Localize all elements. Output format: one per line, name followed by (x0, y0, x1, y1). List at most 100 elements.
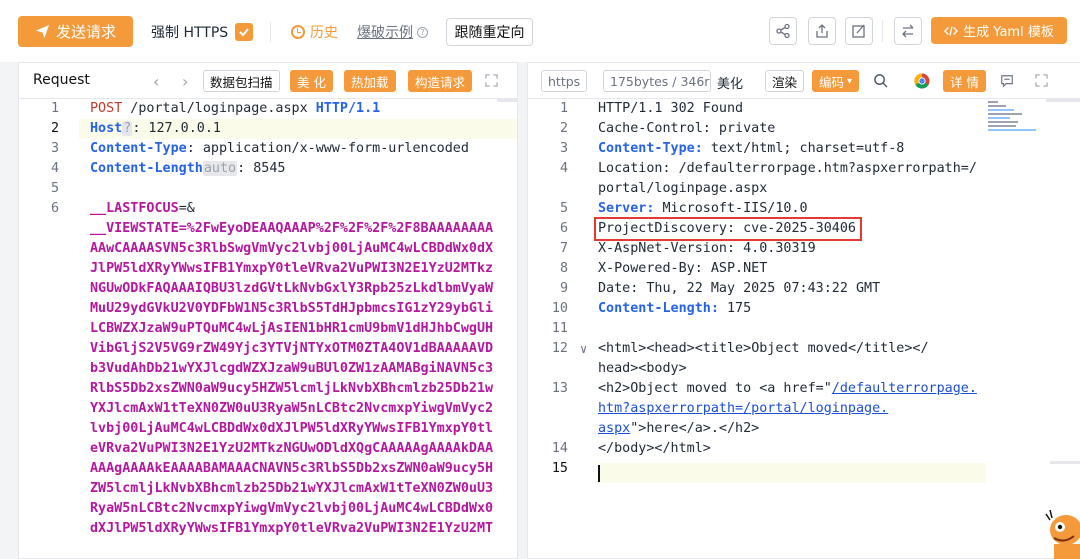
highlight-box (594, 217, 862, 241)
generate-yaml-label: 生成 Yaml 模板 (963, 25, 1054, 40)
history-icon (291, 25, 305, 39)
back-arrow-icon[interactable]: ‹ (153, 72, 159, 91)
viewstate-wrap-line: YXJlcmAxW1tTeXN0ZW0uU3RyaW5nLCBtc2Nvcmxp… (90, 401, 494, 416)
comment-icon[interactable] (1000, 74, 1014, 88)
viewstate-wrap-line: RyaW5nLCBtc2NvcmxpYiwgVmVyc2lvbj00LjAuMC… (90, 501, 494, 516)
response-beautify-button[interactable]: 美化 (717, 73, 743, 92)
viewstate-wrap-line: VibGljS2V5VG9rZW49Yjc3YTVjNTYxOTM0ZTA4OV… (90, 341, 494, 356)
minimap (986, 99, 1046, 139)
viewstate-wrap-line: RlbS5Db2xsZWN0aW9ucy5HZW5lcmljLkNvbXBhcm… (90, 381, 494, 396)
viewstate-wrap-line: JlPW5ldXRyYWwsIFB1YmxpY0tleVRva2VuPWI3N2… (90, 261, 494, 276)
follow-redirect-button[interactable]: 跟随重定向 (446, 18, 533, 46)
history-label: 历史 (310, 25, 338, 41)
request-panel: Request ‹ › 数据包扫描 美 化 热加载 构造请求 1 2 3 4 5… (18, 62, 518, 559)
request-line-6: __LASTFOCUS=& (90, 201, 195, 216)
expand-icon[interactable] (485, 74, 498, 87)
encoding-dropdown[interactable]: 编码 ▾ (812, 70, 860, 92)
response-panel-header: https 175bytes / 346r 美化 渲染 编码 ▾ 详 情 (528, 63, 1080, 99)
upload-button[interactable] (808, 17, 836, 45)
response-line-8: X-Powered-By: ASP.NET (598, 261, 768, 276)
edit-button[interactable] (845, 17, 873, 45)
text-cursor (598, 465, 600, 482)
code-icon (944, 25, 959, 36)
auto-badge: auto (202, 161, 238, 176)
hot-load-button[interactable]: 热加载 (344, 70, 396, 92)
response-line-4-wrap: portal/loginpage.aspx (598, 181, 768, 196)
viewstate-wrap-line: lvbj00LjAuMC4wLCBDdWx0dXJlPW5ldXRyYWwsIF… (90, 421, 494, 436)
response-line-9: Date: Thu, 22 May 2025 07:43:22 GMT (598, 281, 881, 296)
viewstate-wrap-line: LCBWZXJzaW9uPTQuMC4wLjAsIEN1bHR1cmU9bmV1… (90, 321, 494, 336)
response-line-13: <h2>Object moved to <a href="/defaulterr… (598, 381, 977, 396)
viewstate-wrap-line: NGUwODkFAQAAAIQBU3lzdGVtLkNvbGxlY3Rpb25z… (90, 281, 494, 296)
request-line-2: Host?: 127.0.0.1 (90, 121, 221, 136)
response-line-12: <html><head><title>Object moved</title><… (598, 341, 929, 356)
render-button[interactable]: 渲染 (765, 70, 805, 92)
response-line-4: Location: /defaulterrorpage.htm?aspxerro… (598, 161, 977, 176)
send-request-button[interactable]: 发送请求 (18, 16, 133, 47)
details-button[interactable]: 详 情 (943, 70, 986, 92)
fold-chevron-icon[interactable]: ∨ (580, 342, 587, 356)
history-button[interactable]: 历史 (291, 22, 338, 42)
host-help-badge: ? (122, 121, 133, 136)
chevron-down-icon: ▾ (847, 75, 853, 87)
share-button[interactable] (769, 17, 797, 45)
response-line-5: Server: Microsoft-IIS/10.0 (598, 201, 808, 216)
viewstate-line: __VIEWSTATE=%2FwEyoDEAAQAAAP%2F%2F%2F%2F… (90, 221, 494, 236)
request-title: Request (33, 72, 90, 88)
expand-icon[interactable] (1035, 74, 1048, 87)
response-beautify-label: 美化 (717, 77, 744, 92)
forward-arrow-icon[interactable]: › (182, 72, 188, 91)
request-line-4: Content-Lengthauto: 8545 (90, 161, 286, 176)
viewstate-wrap-line: dXJlPW5ldXRyYWwsIFB1YmxpY0tleVRva2VuPWI3… (90, 521, 494, 536)
response-line-7: X-AspNet-Version: 4.0.30319 (598, 241, 816, 256)
upload-icon (816, 24, 828, 38)
blast-example-label: 爆破示例 (357, 25, 413, 41)
send-request-label: 发送请求 (55, 23, 116, 41)
response-line-13-wrap-1: htm?aspxerrorpath=/portal/loginpage. (598, 401, 889, 416)
swap-button[interactable] (894, 17, 922, 45)
generate-yaml-button[interactable]: 生成 Yaml 模板 (931, 17, 1067, 44)
response-editor[interactable]: 1 2 3 4 5 6 7 8 9 10 11 12 13 14 15 ∨ HT… (528, 99, 1080, 559)
https-chip: https (541, 70, 588, 92)
viewstate-wrap-line: b3VudAhDb21wYXJlcgdWZXJzaW9uBUl0ZW1zAAMA… (90, 361, 494, 376)
construct-request-button[interactable]: 构造请求 (408, 70, 473, 92)
viewstate-wrap-line: MuU29ydGVkU2V0YDFbW1N5c3RlbS5TdHJpbmcsIG… (90, 301, 494, 316)
follow-redirect-label: 跟随重定向 (454, 25, 525, 41)
viewstate-wrap-line: ZW5lcmljLkNvbXBhcmlzb25Db21wYXJlcmAxW1tT… (90, 481, 494, 496)
bytes-label: 175bytes / 346r (610, 73, 710, 89)
viewstate-wrap-line: AAwCAAAASVN5c3RlbSwgVmVyc2lvbj00LjAuMC4w… (90, 241, 494, 256)
blast-example-link[interactable]: 爆破示例 ? (357, 22, 428, 42)
force-https-label: 强制 HTTPS (151, 25, 229, 41)
packet-scan-label: 数据包扫描 (210, 74, 273, 90)
chrome-icon[interactable] (914, 73, 930, 89)
response-panel: https 175bytes / 346r 美化 渲染 编码 ▾ 详 情 1 2… (527, 62, 1080, 559)
beautify-label: 美 化 (297, 74, 326, 90)
response-line-10: Content-Length: 175 (598, 301, 752, 316)
force-https-checkbox[interactable] (235, 23, 254, 41)
bytes-chip: 175bytes / 346r (603, 70, 711, 92)
beautify-button[interactable]: 美 化 (290, 70, 333, 92)
response-line-14: </body></html> (598, 441, 711, 456)
packet-scan-button[interactable]: 数据包扫描 (203, 70, 280, 92)
hot-load-label: 热加载 (351, 74, 389, 90)
mascot-icon (1044, 500, 1080, 559)
help-icon: ? (417, 26, 428, 38)
request-editor[interactable]: 1 2 3 4 5 6 POST /portal/loginpage.aspx … (19, 99, 517, 559)
response-line-1: HTTP/1.1 302 Found (598, 101, 744, 116)
request-line-1: POST /portal/loginpage.aspx HTTP/1.1 (90, 101, 381, 116)
viewstate-wrap-line: eVRva2VuPWI3N2E1YzU2MTkzNGUwODldXQgCAAAA… (90, 441, 494, 456)
edit-icon (852, 24, 865, 38)
construct-request-label: 构造请求 (415, 74, 466, 90)
encoding-label: 编码 (819, 74, 845, 90)
swap-icon (902, 24, 914, 38)
render-label: 渲染 (772, 74, 798, 90)
search-icon[interactable] (873, 73, 888, 88)
viewstate-wrap-line: AAAgAAAAkEAAAABAMAAACNAVN5c3RlbS5Db2xsZW… (90, 461, 494, 476)
check-icon (239, 28, 249, 37)
request-line-3: Content-Type: application/x-www-form-url… (90, 141, 469, 156)
request-panel-header: Request ‹ › 数据包扫描 美 化 热加载 构造请求 (19, 63, 517, 99)
share-icon (776, 23, 790, 39)
main-toolbar: 发送请求 强制 HTTPS 历史 爆破示例 ? 跟随重定向 生成 Yaml 模板 (0, 0, 1080, 62)
details-label: 详 情 (950, 74, 979, 90)
response-line-2: Cache-Control: private (598, 121, 776, 136)
